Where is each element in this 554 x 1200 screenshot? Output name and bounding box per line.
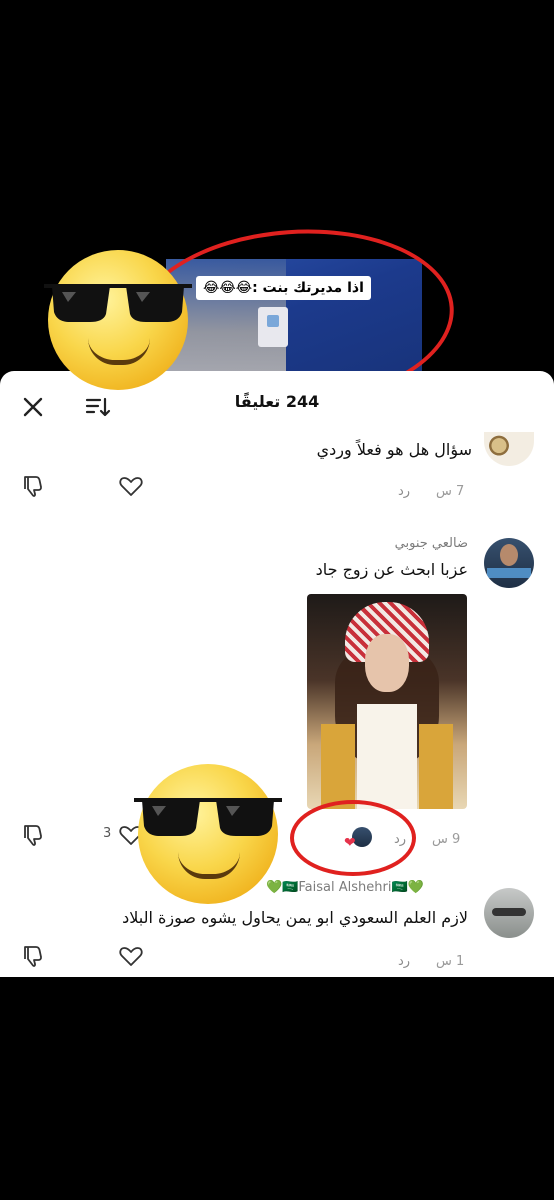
image-cloak-left [321,724,355,809]
image-thobe [357,704,417,809]
smile-mouth [178,852,240,879]
comment-time: 9 س [432,832,461,847]
thumbs-down-icon [24,946,42,967]
thumbs-down-icon [24,825,42,846]
commenter-avatar[interactable] [484,888,534,938]
comment-image[interactable] [307,594,467,809]
heart-outline-icon [119,947,143,966]
commenter-avatar[interactable] [484,538,534,588]
dislike-button[interactable] [21,474,47,498]
sunglasses-icon [134,798,282,836]
thumbs-down-icon [24,476,42,497]
close-button[interactable] [20,394,46,420]
commenter-username[interactable]: 💚🇸🇦Faisal Alshehri🇸🇦💚 [266,880,424,895]
image-face [365,634,409,692]
like-button[interactable] [118,944,144,968]
username-decoration-before: 💚🇸🇦 [266,880,299,895]
sunglasses-emoji-sticker [44,250,192,390]
like-count: 3 [103,826,112,841]
dislike-button[interactable] [21,823,47,847]
commenter-username[interactable]: ضالعي جنوبي [395,536,468,551]
comment-text: لازم العلم السعودي ابو يمن يحاول يشوه صو… [122,908,468,927]
username-text: Faisal Alshehri [298,880,392,895]
sort-button[interactable] [84,394,112,420]
heart-outline-icon [119,477,143,496]
red-annotation-circle-like [290,800,416,876]
comment-time: 1 س [436,954,465,969]
username-decoration-after: 🇸🇦💚 [391,880,424,895]
reply-button[interactable]: رد [398,484,410,499]
like-button[interactable] [118,474,144,498]
avatar-banner [487,568,531,578]
sunglasses-emoji-sticker [134,764,282,904]
image-cloak-right [419,724,453,809]
comment-text: سؤال هل هو فعلاً وردي [316,440,472,459]
dislike-button[interactable] [21,944,47,968]
comment-text: عزبا ابحث عن زوج جاد [315,560,468,579]
comments-count-title: 244 تعليقًا [234,392,320,411]
smile-mouth [88,338,150,365]
reply-button[interactable]: رد [398,954,410,969]
comment-time: 7 س [436,484,465,499]
close-icon [23,397,43,417]
sunglasses-icon [44,284,192,322]
sort-icon [85,397,111,417]
avatar-face [500,544,518,566]
avatar-plane [492,908,526,916]
